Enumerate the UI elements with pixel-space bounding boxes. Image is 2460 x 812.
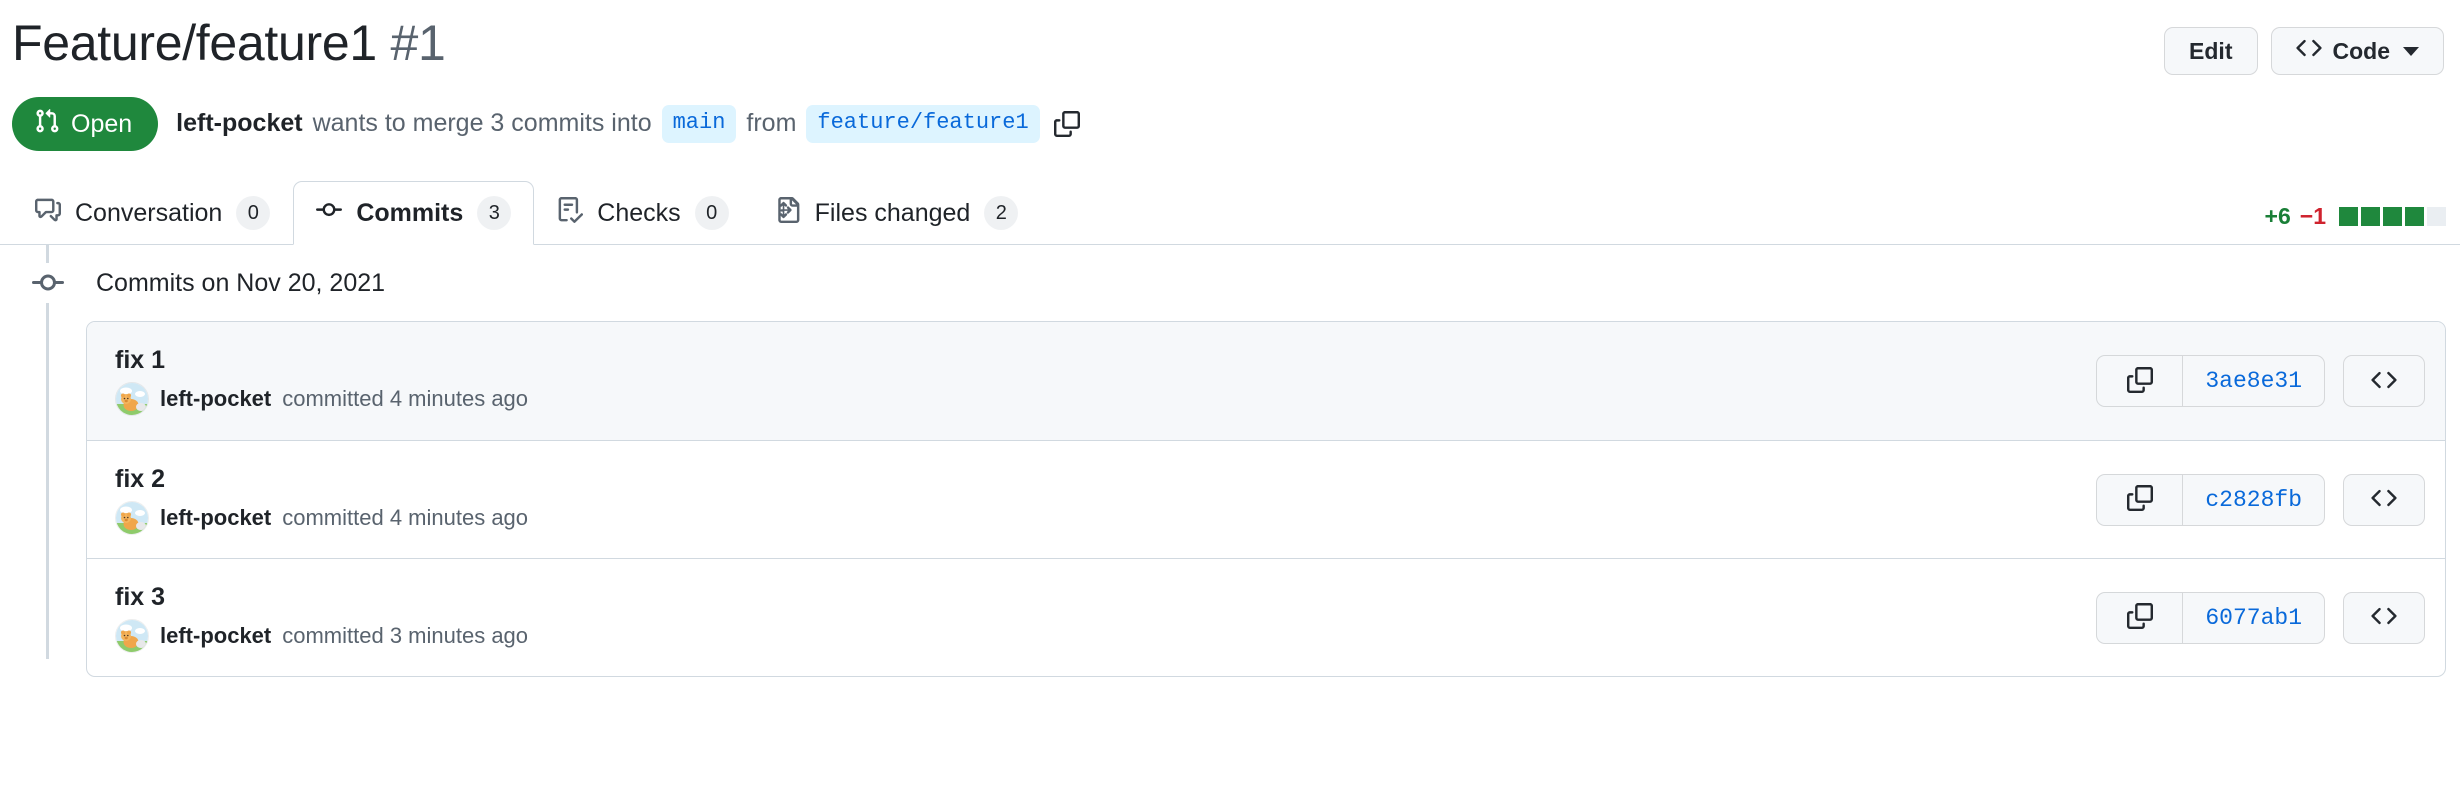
- commit-sha-link[interactable]: 6077ab1: [2182, 591, 2325, 644]
- avatar[interactable]: [115, 382, 149, 416]
- commit-message[interactable]: fix 2: [115, 465, 528, 494]
- status-badge-label: Open: [71, 109, 133, 138]
- tab-list: Conversation 0 Commits 3 Checks 0 Files …: [12, 181, 1042, 245]
- git-commit-icon: [316, 197, 343, 230]
- copy-sha-button[interactable]: [2096, 355, 2183, 407]
- tab-files-changed[interactable]: Files changed 2: [752, 181, 1042, 245]
- commit-message[interactable]: fix 1: [115, 346, 528, 375]
- pr-tabs: Conversation 0 Commits 3 Checks 0 Files …: [0, 181, 2460, 245]
- commit-author[interactable]: left-pocket: [160, 623, 271, 649]
- copy-sha-button[interactable]: [2096, 473, 2183, 526]
- copy-sha-button[interactable]: [2096, 591, 2183, 644]
- commit-author[interactable]: left-pocket: [160, 386, 271, 412]
- tab-commits[interactable]: Commits 3: [293, 181, 535, 245]
- diffstat-block: [2339, 207, 2358, 226]
- checklist-icon: [557, 196, 584, 230]
- header-actions: Edit Code: [2164, 14, 2444, 75]
- merge-description: left-pocket wants to merge 3 commits int…: [176, 105, 1080, 143]
- commit-meta: left-pocket committed 4 minutes ago: [115, 382, 528, 416]
- commit-message[interactable]: fix 3: [115, 583, 528, 612]
- file-diff-icon: [775, 196, 801, 230]
- diffstat[interactable]: +6 −1: [2265, 203, 2446, 244]
- avatar[interactable]: [115, 618, 149, 653]
- commit-actions: 6077ab1: [2096, 591, 2425, 644]
- pr-number: #1: [390, 15, 446, 71]
- commit-sha-link[interactable]: 3ae8e31: [2182, 355, 2325, 407]
- commit-meta: left-pocket committed 4 minutes ago: [115, 500, 529, 535]
- commit-author[interactable]: left-pocket: [160, 505, 271, 531]
- code-icon: [2295, 35, 2322, 67]
- code-icon: [2371, 485, 2397, 514]
- status-badge: Open: [12, 97, 159, 151]
- tab-checks-count: 0: [694, 196, 729, 230]
- pull-request-page: Feature/feature1 #1 Edit Code Open left-…: [0, 0, 2460, 812]
- edit-button-label: Edit: [2189, 37, 2233, 64]
- code-button[interactable]: Code: [2270, 27, 2444, 75]
- code-button-label: Code: [2332, 37, 2391, 64]
- page-header: Feature/feature1 #1 Edit Code: [0, 0, 2460, 75]
- pr-title-text: Feature/feature1: [12, 15, 377, 71]
- commit-actions: c2828fb: [2096, 473, 2425, 526]
- tab-commits-label: Commits: [356, 198, 464, 227]
- tab-files-changed-label: Files changed: [814, 198, 971, 227]
- pr-author[interactable]: left-pocket: [176, 109, 302, 138]
- copy-icon: [2126, 485, 2153, 514]
- diffstat-block: [2383, 207, 2402, 226]
- diffstat-additions: +6: [2264, 203, 2291, 229]
- git-pull-request-icon: [34, 108, 60, 141]
- table-row: fix 2 left-pocket committed 4 minutes ag…: [87, 440, 2445, 558]
- diffstat-deletions: −1: [2299, 203, 2326, 229]
- tab-checks-label: Checks: [597, 198, 681, 227]
- merge-text-middle: from: [746, 109, 797, 138]
- tab-checks[interactable]: Checks 0: [534, 181, 751, 245]
- merge-text-before: wants to merge 3 commits into: [312, 109, 652, 138]
- commits-group-header: Commits on Nov 20, 2021: [0, 245, 2446, 321]
- commit-meta: left-pocket committed 3 minutes ago: [115, 618, 529, 653]
- comment-discussion-icon: [35, 197, 61, 230]
- commit-timestamp: committed 3 minutes ago: [282, 622, 529, 648]
- commit-info: fix 3 left-pocket committed 3 minutes ag…: [115, 583, 528, 653]
- browse-repository-button[interactable]: [2343, 591, 2425, 644]
- commit-sha-group: c2828fb: [2096, 473, 2325, 526]
- diffstat-block: [2405, 207, 2424, 226]
- git-commit-icon: [28, 263, 68, 303]
- tab-conversation[interactable]: Conversation 0: [12, 181, 293, 245]
- code-icon: [2371, 603, 2397, 632]
- chevron-down-icon: [2403, 46, 2419, 56]
- commit-sha-group: 6077ab1: [2096, 591, 2325, 644]
- commit-info: fix 2 left-pocket committed 4 minutes ag…: [115, 465, 528, 535]
- copy-icon: [2126, 366, 2153, 396]
- tab-conversation-label: Conversation: [75, 198, 223, 227]
- head-branch-chip[interactable]: feature/feature1: [806, 105, 1040, 143]
- table-row: fix 1 left-pocket committed 4 minutes ag…: [87, 322, 2445, 440]
- commits-group-date: Commits on Nov 20, 2021: [96, 268, 386, 297]
- tab-commits-count: 3: [477, 196, 512, 230]
- browse-repository-button[interactable]: [2343, 355, 2425, 407]
- commit-actions: 3ae8e31: [2096, 355, 2425, 407]
- code-icon: [2371, 367, 2397, 396]
- copy-icon: [2126, 603, 2153, 632]
- copy-branch-icon[interactable]: [1053, 110, 1080, 137]
- commit-sha-group: 3ae8e31: [2096, 355, 2325, 407]
- browse-repository-button[interactable]: [2343, 473, 2425, 526]
- commit-list: fix 1 left-pocket committed 4 minutes ag…: [86, 321, 2446, 677]
- diffstat-block: [2361, 207, 2380, 226]
- page-title: Feature/feature1 #1: [12, 14, 446, 73]
- commit-info: fix 1 left-pocket committed 4 minutes ag…: [115, 346, 528, 416]
- commit-timestamp: committed 4 minutes ago: [282, 386, 529, 411]
- commit-timestamp: committed 4 minutes ago: [282, 504, 529, 530]
- edit-button[interactable]: Edit: [2164, 27, 2258, 75]
- base-branch-chip[interactable]: main: [661, 105, 737, 143]
- commits-timeline: Commits on Nov 20, 2021 fix 1 left-pocke…: [0, 245, 2460, 677]
- tab-conversation-count: 0: [236, 196, 271, 230]
- commit-sha-link[interactable]: c2828fb: [2182, 473, 2325, 526]
- diffstat-blocks: [2339, 207, 2446, 226]
- tab-files-changed-count: 2: [984, 196, 1019, 230]
- table-row: fix 3 left-pocket committed 3 minutes ag…: [87, 558, 2445, 676]
- avatar[interactable]: [115, 500, 149, 535]
- diffstat-block: [2427, 207, 2446, 226]
- pr-status-row: Open left-pocket wants to merge 3 commit…: [0, 75, 2460, 151]
